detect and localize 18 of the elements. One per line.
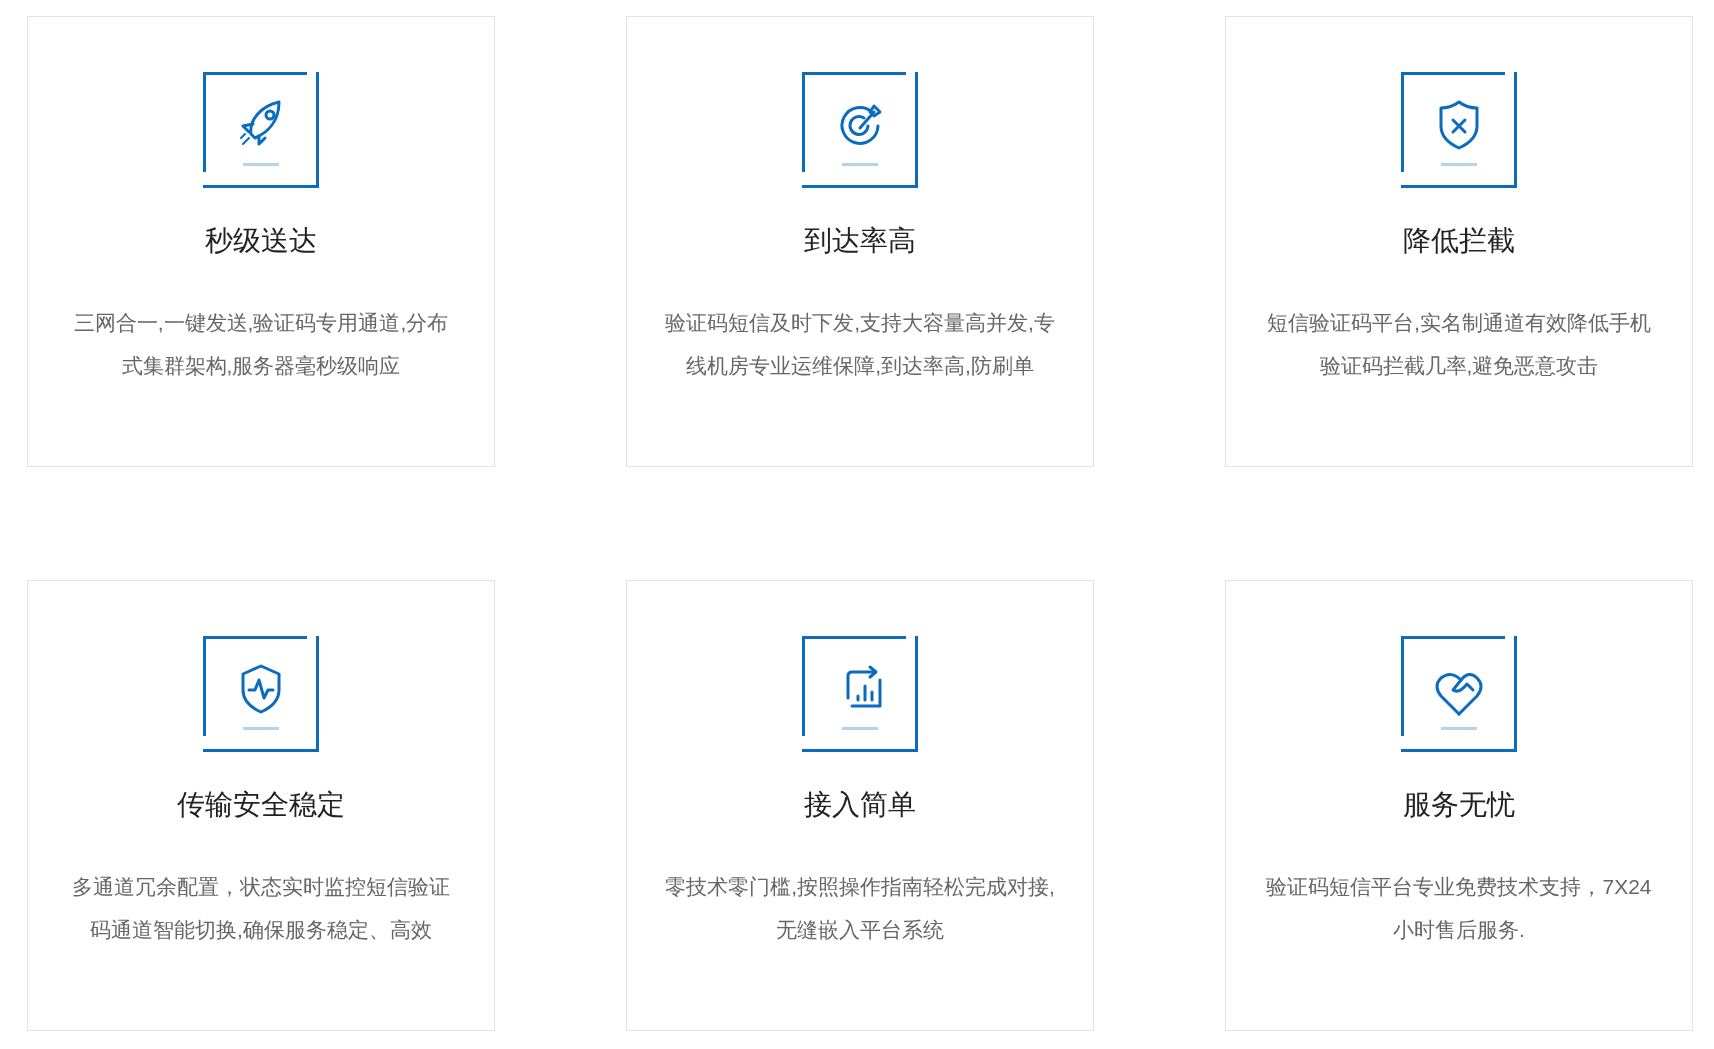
feature-title: 秒级送达 <box>205 224 317 258</box>
feature-description: 三网合一,一键发送,验证码专用通道,分布式集群架构,服务器毫秒级响应 <box>72 310 450 379</box>
feature-icon <box>1401 636 1517 752</box>
feature-title: 接入简单 <box>804 788 916 822</box>
feature-description: 验证码短信及时下发,支持大容量高并发,专线机房专业运维保障,到达率高,防刷单 <box>664 310 1056 379</box>
feature-description: 验证码短信平台专业免费技术支持，7X24小时售后服务. <box>1265 874 1653 943</box>
feature-title: 到达率高 <box>804 224 916 258</box>
feature-icon <box>802 636 918 752</box>
feature-icon <box>1401 72 1517 188</box>
feature-icon <box>203 72 319 188</box>
feature-icon <box>802 72 918 188</box>
feature-icon <box>203 636 319 752</box>
feature-description: 多通道冗余配置，状态实时监控短信验证码通道智能切换,确保服务稳定、高效 <box>71 874 451 943</box>
feature-title: 服务无忧 <box>1403 788 1515 822</box>
feature-title: 传输安全稳定 <box>177 788 345 822</box>
feature-description: 短信验证码平台,实名制通道有效降低手机验证码拦截几率,避免恶意攻击 <box>1266 310 1652 379</box>
feature-title: 降低拦截 <box>1403 224 1515 258</box>
feature-description: 零技术零门槛,按照操作指南轻松完成对接,无缝嵌入平台系统 <box>664 874 1056 943</box>
